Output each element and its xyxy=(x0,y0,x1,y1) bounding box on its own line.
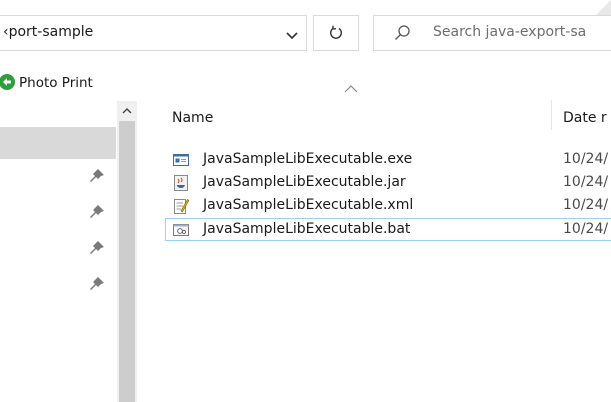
file-name: JavaSampleLibExecutable.jar xyxy=(203,174,406,190)
address-path-text: ‹port-sample xyxy=(3,24,94,40)
column-divider[interactable] xyxy=(551,100,552,130)
refresh-icon xyxy=(330,25,342,39)
corner-triangle-icon xyxy=(596,0,611,15)
pin-icon[interactable] xyxy=(88,167,106,185)
search-icon xyxy=(395,25,410,40)
pin-icon[interactable] xyxy=(88,239,106,257)
file-date: 10/24/ xyxy=(563,151,609,167)
xml-icon xyxy=(174,199,189,214)
refresh-button[interactable] xyxy=(313,15,359,51)
file-date: 10/24/ xyxy=(563,221,609,237)
pin-icon[interactable] xyxy=(88,275,106,293)
file-name: JavaSampleLibExecutable.xml xyxy=(203,197,414,213)
scroll-up-button[interactable] xyxy=(119,103,135,119)
file-row[interactable]: JavaSampleLibExecutable.xml 10/24/ xyxy=(165,195,611,217)
file-row[interactable]: JavaSampleLibExecutable.jar 10/24/ xyxy=(165,172,611,194)
file-name: JavaSampleLibExecutable.bat xyxy=(203,221,411,237)
photo-print-icon xyxy=(0,74,15,90)
file-row[interactable]: JavaSampleLibExecutable.exe 10/24/ xyxy=(165,149,611,171)
file-name: JavaSampleLibExecutable.exe xyxy=(203,151,413,167)
chevron-down-icon[interactable] xyxy=(284,31,300,41)
bat-icon xyxy=(173,224,189,236)
column-header-date[interactable]: Date r xyxy=(563,110,607,126)
nav-selected-item[interactable] xyxy=(0,127,116,159)
exe-icon xyxy=(173,154,189,166)
scrollbar-thumb[interactable] xyxy=(119,121,135,402)
sort-ascending-icon xyxy=(344,85,358,93)
favorite-photo-print[interactable]: Photo Print xyxy=(19,75,93,91)
scroll-up-arrow-icon xyxy=(122,108,132,114)
column-header-name[interactable]: Name xyxy=(172,110,213,126)
jar-icon xyxy=(174,175,188,191)
search-input[interactable]: Search java-export-sa xyxy=(433,24,586,40)
file-row-focused[interactable]: JavaSampleLibExecutable.bat 10/24/ xyxy=(165,218,611,241)
file-date: 10/24/ xyxy=(563,197,609,213)
pin-icon[interactable] xyxy=(88,203,106,221)
file-date: 10/24/ xyxy=(563,174,609,190)
